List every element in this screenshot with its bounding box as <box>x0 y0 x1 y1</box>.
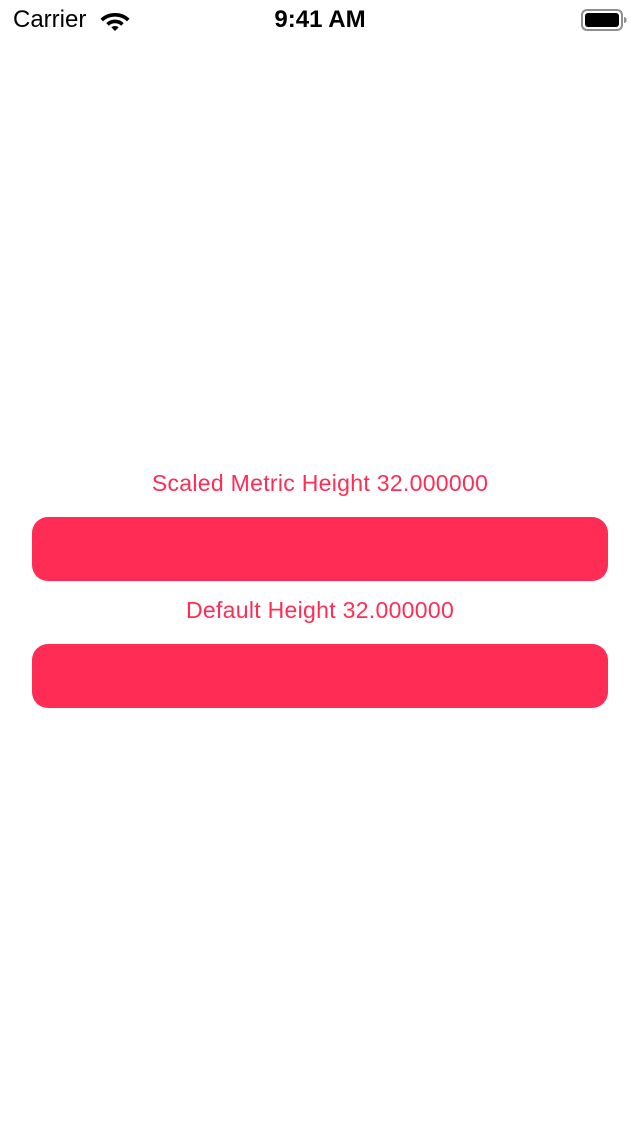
default-height-label: Default Height 32.000000 <box>185 597 455 623</box>
status-bar: Carrier 9:41 AM <box>0 0 640 40</box>
clock-time: 9:41 AM <box>274 6 366 33</box>
battery-icon <box>581 9 627 31</box>
default-height-bar <box>32 644 608 708</box>
scaled-metric-height-label: Scaled Metric Height 32.000000 <box>151 470 489 496</box>
scaled-metric-bar <box>32 517 608 581</box>
